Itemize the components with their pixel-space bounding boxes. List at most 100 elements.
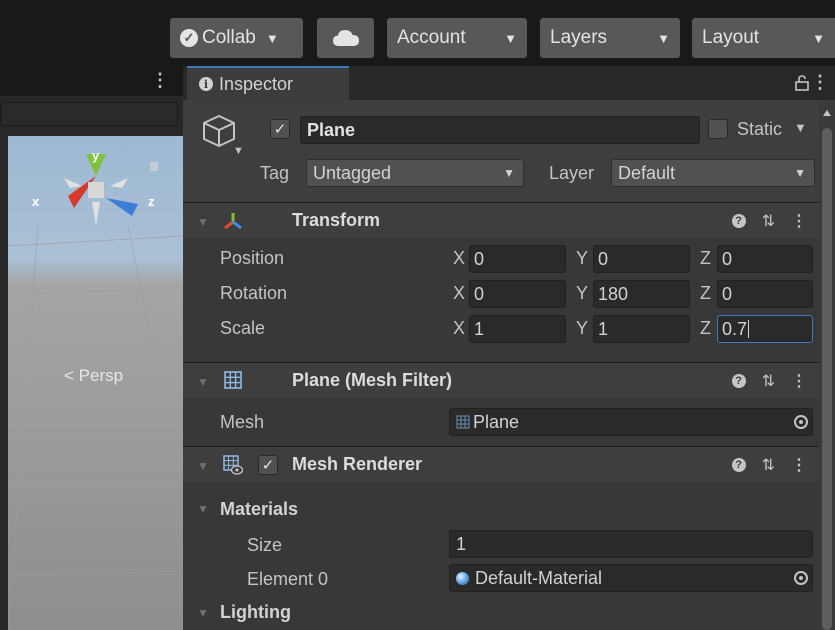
component-actions: ? ⇅ ⋮ — [731, 455, 807, 475]
axis-z-label: Z — [700, 318, 711, 338]
scale-x-field[interactable]: 1 — [469, 315, 566, 343]
account-label: Account — [397, 27, 466, 48]
layers-dropdown[interactable]: Layers ▼ — [540, 18, 680, 58]
mesh-label: Mesh — [220, 412, 265, 432]
layer-dropdown[interactable]: Default ▼ — [611, 159, 815, 187]
scene-viewport[interactable]: x y z < Persp — [8, 136, 183, 630]
help-icon[interactable]: ? — [731, 214, 746, 228]
element0-value: Default-Material — [475, 567, 603, 588]
axis-y-label: y — [92, 148, 100, 163]
mesh-renderer-icon — [223, 455, 243, 475]
transform-title: Transform — [292, 210, 381, 230]
caret-down-icon[interactable]: ▼ — [794, 120, 807, 135]
position-x-field[interactable]: 0 — [469, 245, 566, 273]
layout-label: Layout — [702, 27, 760, 48]
tab-inspector[interactable]: i Inspector — [187, 66, 349, 100]
collab-label: Collab — [202, 27, 256, 48]
rotation-z-field[interactable]: 0 — [717, 280, 813, 308]
axis-y-label: Y — [576, 283, 589, 303]
foldout-arrow-icon[interactable]: ▼ — [197, 606, 209, 620]
rotation-y-field[interactable]: 180 — [593, 280, 690, 308]
scene-search-field[interactable] — [0, 102, 178, 126]
component-menu-icon[interactable]: ⋮ — [791, 455, 807, 475]
foldout-arrow-icon[interactable]: ▼ — [197, 215, 209, 229]
help-icon[interactable]: ? — [731, 374, 746, 388]
rotation-x-field[interactable]: 0 — [469, 280, 566, 308]
cloud-icon — [332, 30, 359, 46]
caret-down-icon: ▼ — [657, 30, 670, 46]
layers-label: Layers — [550, 27, 608, 48]
material-icon — [456, 571, 469, 585]
component-menu-icon[interactable]: ⋮ — [791, 371, 807, 391]
axis-x-label: X — [453, 248, 466, 268]
position-z-field[interactable]: 0 — [717, 245, 813, 273]
materials-label[interactable]: Materials — [220, 499, 298, 520]
static-checkbox[interactable] — [708, 119, 728, 139]
inspector-menu-icon[interactable]: ⋮ — [811, 72, 829, 93]
rotation-y-value: 180 — [598, 283, 629, 304]
scale-label: Scale — [220, 318, 266, 338]
foldout-arrow-icon[interactable]: ▼ — [197, 375, 209, 389]
lock-icon[interactable] — [795, 75, 809, 91]
mesh-object-field[interactable]: Plane — [449, 408, 813, 436]
persp-label[interactable]: < Persp — [64, 366, 123, 386]
collab-button[interactable]: ✓ Collab ▼ — [170, 18, 303, 58]
lighting-label[interactable]: Lighting — [220, 602, 291, 623]
mesh-renderer-body: ▼ Materials Size 1 Element 0 Default-Mat… — [183, 482, 819, 630]
axis-x-label: X — [453, 283, 466, 303]
static-label: Static — [737, 119, 783, 139]
component-actions: ? ⇅ ⋮ — [731, 371, 807, 391]
axis-y-label: Y — [576, 318, 589, 338]
tag-value: Untagged — [313, 162, 392, 183]
caret-down-icon: ▼ — [794, 166, 806, 180]
layer-label: Layer — [549, 163, 595, 183]
materials-size-field[interactable]: 1 — [449, 530, 813, 558]
scale-z-field[interactable]: 0.7 — [717, 315, 813, 343]
check-circle-icon: ✓ — [180, 29, 198, 47]
element0-label: Element 0 — [247, 569, 329, 589]
mesh-filter-header[interactable]: ▼ Plane (Mesh Filter) ? ⇅ ⋮ — [183, 362, 819, 398]
foldout-arrow-icon[interactable]: ▼ — [197, 459, 209, 473]
icon-dropdown-caret[interactable]: ▼ — [233, 145, 244, 157]
name-field[interactable]: Plane — [300, 116, 700, 144]
size-label: Size — [247, 535, 283, 555]
scroll-up-arrow-icon[interactable] — [823, 110, 831, 116]
presets-icon[interactable]: ⇅ — [762, 371, 775, 391]
scene-menu-icon[interactable]: ⋮ — [151, 70, 169, 91]
mesh-filter-title: Plane (Mesh Filter) — [292, 370, 453, 390]
caret-down-icon: ▼ — [265, 30, 279, 46]
component-menu-icon[interactable]: ⋮ — [791, 211, 807, 231]
object-name: Plane — [307, 119, 356, 140]
position-y-value: 0 — [598, 248, 609, 269]
position-z-value: 0 — [722, 248, 733, 269]
position-y-field[interactable]: 0 — [593, 245, 690, 273]
transform-header[interactable]: ▼ Transform ? ⇅ ⋮ — [183, 202, 819, 238]
transform-body: Position X 0 Y 0 Z 0 Rotation X 0 Y 180 … — [183, 238, 819, 362]
info-icon: i — [199, 77, 213, 91]
foldout-arrow-icon[interactable]: ▼ — [197, 502, 209, 516]
mesh-filter-icon — [224, 371, 242, 389]
element0-object-field[interactable]: Default-Material — [449, 564, 813, 592]
axis-z-label: z — [148, 194, 155, 209]
object-picker-icon[interactable] — [794, 571, 808, 585]
active-checkbox[interactable]: ✓ — [270, 119, 290, 139]
tag-dropdown[interactable]: Untagged ▼ — [306, 159, 524, 187]
account-dropdown[interactable]: Account ▼ — [387, 18, 527, 58]
object-picker-icon[interactable] — [794, 415, 808, 429]
cloud-button[interactable] — [317, 18, 374, 58]
rotation-x-value: 0 — [474, 283, 485, 304]
scrollbar-thumb[interactable] — [822, 128, 832, 630]
mesh-value: Plane — [473, 411, 520, 432]
mesh-renderer-header[interactable]: ▼ ✓ Mesh Renderer ? ⇅ ⋮ — [183, 446, 819, 482]
axis-x-label: X — [453, 318, 466, 338]
scale-y-field[interactable]: 1 — [593, 315, 690, 343]
layout-dropdown[interactable]: Layout ▼ — [692, 18, 835, 58]
help-icon[interactable]: ? — [731, 458, 746, 472]
presets-icon[interactable]: ⇅ — [762, 455, 775, 475]
scene-tabbar: ⋮ — [0, 66, 183, 96]
mesh-renderer-enabled-checkbox[interactable]: ✓ — [258, 455, 278, 475]
tag-label: Tag — [260, 163, 290, 183]
rotation-z-value: 0 — [722, 283, 733, 304]
presets-icon[interactable]: ⇅ — [762, 211, 775, 231]
axis-x-label: x — [32, 194, 40, 209]
